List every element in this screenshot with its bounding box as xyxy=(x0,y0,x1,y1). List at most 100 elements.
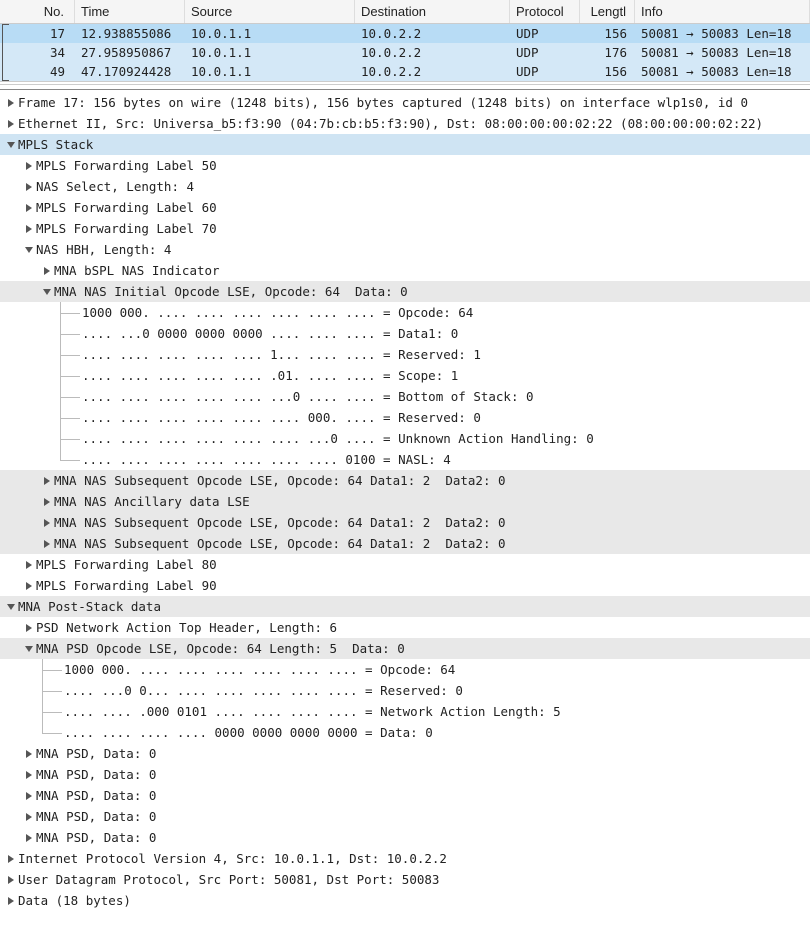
col-header-len[interactable]: Lengtl xyxy=(580,0,635,23)
caret-closed-icon[interactable] xyxy=(22,749,36,759)
tree-label: MNA NAS Initial Opcode LSE, Opcode: 64 D… xyxy=(54,281,408,302)
tree-node[interactable]: MNA NAS Initial Opcode LSE, Opcode: 64 D… xyxy=(0,281,810,302)
tree-label: .... .... .... .... .... .... 000. .... … xyxy=(82,407,481,428)
tree-node[interactable]: 1000 000. .... .... .... .... .... .... … xyxy=(0,659,810,680)
tree-node[interactable]: MNA NAS Subsequent Opcode LSE, Opcode: 6… xyxy=(0,512,810,533)
tree-guide-icon xyxy=(36,722,64,743)
caret-closed-icon[interactable] xyxy=(22,161,36,171)
caret-closed-icon[interactable] xyxy=(4,854,18,864)
caret-closed-icon[interactable] xyxy=(22,833,36,843)
caret-closed-icon[interactable] xyxy=(40,518,54,528)
caret-closed-icon[interactable] xyxy=(22,224,36,234)
col-header-proto[interactable]: Protocol xyxy=(510,0,580,23)
packet-row[interactable]: 1712.93885508610.0.1.110.0.2.2UDP1565008… xyxy=(0,24,810,43)
tree-guide-icon xyxy=(36,701,64,722)
tree-node[interactable]: User Datagram Protocol, Src Port: 50081,… xyxy=(0,869,810,890)
tree-node[interactable]: Data (18 bytes) xyxy=(0,890,810,911)
tree-node[interactable]: .... ...0 0... .... .... .... .... .... … xyxy=(0,680,810,701)
caret-closed-icon[interactable] xyxy=(40,497,54,507)
tree-node[interactable]: MPLS Forwarding Label 70 xyxy=(0,218,810,239)
caret-open-icon[interactable] xyxy=(4,140,18,150)
tree-node[interactable]: MNA PSD, Data: 0 xyxy=(0,785,810,806)
caret-closed-icon[interactable] xyxy=(22,182,36,192)
tree-node[interactable]: .... .... .... .... .... 1... .... .... … xyxy=(0,344,810,365)
col-header-dst[interactable]: Destination xyxy=(355,0,510,23)
tree-node[interactable]: MPLS Forwarding Label 90 xyxy=(0,575,810,596)
caret-open-icon[interactable] xyxy=(22,245,36,255)
col-header-no[interactable]: No. xyxy=(0,0,75,23)
caret-closed-icon[interactable] xyxy=(40,476,54,486)
tree-node[interactable]: .... .... .... .... .... .... .... 0100 … xyxy=(0,449,810,470)
caret-open-icon[interactable] xyxy=(40,287,54,297)
tree-node[interactable]: .... .... .... .... 0000 0000 0000 0000 … xyxy=(0,722,810,743)
tree-node[interactable]: Internet Protocol Version 4, Src: 10.0.1… xyxy=(0,848,810,869)
tree-label: MNA PSD, Data: 0 xyxy=(36,764,156,785)
caret-closed-icon[interactable] xyxy=(22,623,36,633)
tree-label: MPLS Forwarding Label 90 xyxy=(36,575,217,596)
tree-label: MPLS Stack xyxy=(18,134,93,155)
tree-label: MNA NAS Subsequent Opcode LSE, Opcode: 6… xyxy=(54,533,506,554)
tree-guide-icon xyxy=(54,302,82,323)
tree-node[interactable]: Frame 17: 156 bytes on wire (1248 bits),… xyxy=(0,92,810,113)
related-bracket-icon xyxy=(2,24,12,43)
tree-node[interactable]: MPLS Forwarding Label 60 xyxy=(0,197,810,218)
tree-node[interactable]: NAS Select, Length: 4 xyxy=(0,176,810,197)
col-header-time[interactable]: Time xyxy=(75,0,185,23)
caret-closed-icon[interactable] xyxy=(4,896,18,906)
caret-closed-icon[interactable] xyxy=(4,98,18,108)
caret-closed-icon[interactable] xyxy=(22,770,36,780)
cell-src: 10.0.1.1 xyxy=(185,62,355,81)
caret-closed-icon[interactable] xyxy=(4,119,18,129)
tree-node[interactable]: .... .... .000 0101 .... .... .... .... … xyxy=(0,701,810,722)
cell-info: 50081 → 50083 Len=18 xyxy=(635,62,810,81)
caret-closed-icon[interactable] xyxy=(22,203,36,213)
caret-open-icon[interactable] xyxy=(4,602,18,612)
tree-node[interactable]: MNA PSD, Data: 0 xyxy=(0,743,810,764)
tree-node[interactable]: MNA NAS Subsequent Opcode LSE, Opcode: 6… xyxy=(0,470,810,491)
tree-node[interactable]: Ethernet II, Src: Universa_b5:f3:90 (04:… xyxy=(0,113,810,134)
tree-node[interactable]: MNA PSD Opcode LSE, Opcode: 64 Length: 5… xyxy=(0,638,810,659)
caret-closed-icon[interactable] xyxy=(22,560,36,570)
tree-label: MNA Post-Stack data xyxy=(18,596,161,617)
cell-len: 156 xyxy=(580,24,635,43)
tree-node[interactable]: PSD Network Action Top Header, Length: 6 xyxy=(0,617,810,638)
tree-node[interactable]: 1000 000. .... .... .... .... .... .... … xyxy=(0,302,810,323)
caret-closed-icon[interactable] xyxy=(22,791,36,801)
caret-open-icon[interactable] xyxy=(22,644,36,654)
tree-node[interactable]: .... .... .... .... .... ...0 .... .... … xyxy=(0,386,810,407)
tree-node[interactable]: .... ...0 0000 0000 0000 .... .... .... … xyxy=(0,323,810,344)
tree-node[interactable]: .... .... .... .... .... .... 000. .... … xyxy=(0,407,810,428)
tree-guide-icon xyxy=(54,407,82,428)
caret-closed-icon[interactable] xyxy=(22,812,36,822)
tree-node[interactable]: MNA bSPL NAS Indicator xyxy=(0,260,810,281)
col-header-info[interactable]: Info xyxy=(635,0,810,23)
tree-node[interactable]: MNA PSD, Data: 0 xyxy=(0,764,810,785)
tree-label: Frame 17: 156 bytes on wire (1248 bits),… xyxy=(18,92,748,113)
tree-label: .... .... .000 0101 .... .... .... .... … xyxy=(64,701,561,722)
packet-row[interactable]: 3427.95895086710.0.1.110.0.2.2UDP1765008… xyxy=(0,43,810,62)
caret-closed-icon[interactable] xyxy=(22,581,36,591)
packet-row[interactable]: 4947.17092442810.0.1.110.0.2.2UDP1565008… xyxy=(0,62,810,81)
cell-len: 176 xyxy=(580,43,635,62)
tree-node[interactable]: NAS HBH, Length: 4 xyxy=(0,239,810,260)
cell-len: 156 xyxy=(580,62,635,81)
tree-node[interactable]: MPLS Forwarding Label 50 xyxy=(0,155,810,176)
caret-closed-icon[interactable] xyxy=(40,539,54,549)
tree-node[interactable]: MNA NAS Subsequent Opcode LSE, Opcode: 6… xyxy=(0,533,810,554)
tree-node[interactable]: .... .... .... .... .... .01. .... .... … xyxy=(0,365,810,386)
tree-label: MPLS Forwarding Label 50 xyxy=(36,155,217,176)
tree-node[interactable]: MNA PSD, Data: 0 xyxy=(0,827,810,848)
tree-node[interactable]: MPLS Forwarding Label 80 xyxy=(0,554,810,575)
tree-guide-icon xyxy=(36,659,64,680)
tree-node[interactable]: MNA NAS Ancillary data LSE xyxy=(0,491,810,512)
tree-node[interactable]: MNA Post-Stack data xyxy=(0,596,810,617)
tree-node[interactable]: MPLS Stack xyxy=(0,134,810,155)
caret-closed-icon[interactable] xyxy=(40,266,54,276)
caret-closed-icon[interactable] xyxy=(4,875,18,885)
tree-label: Data (18 bytes) xyxy=(18,890,131,911)
tree-label: 1000 000. .... .... .... .... .... .... … xyxy=(64,659,455,680)
col-header-src[interactable]: Source xyxy=(185,0,355,23)
tree-node[interactable]: MNA PSD, Data: 0 xyxy=(0,806,810,827)
tree-node[interactable]: .... .... .... .... .... .... ...0 .... … xyxy=(0,428,810,449)
tree-label: MNA PSD, Data: 0 xyxy=(36,806,156,827)
